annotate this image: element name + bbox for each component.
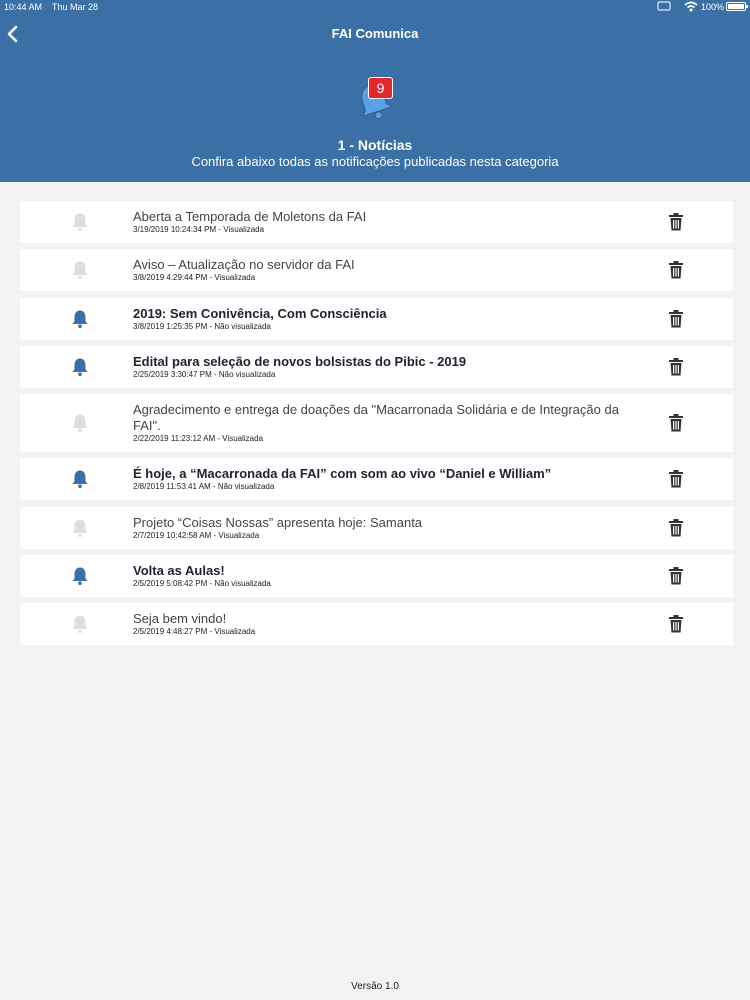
trash-icon[interactable] [668, 213, 684, 231]
bell-icon [72, 615, 88, 633]
nav-title: FAI Comunica [331, 26, 419, 41]
bell-icon [72, 261, 88, 279]
notification-title: Seja bem vindo! [133, 611, 227, 626]
bell-icon [72, 358, 88, 376]
trash-icon[interactable] [668, 414, 684, 432]
trash-icon[interactable] [668, 261, 684, 279]
bell-icon [72, 519, 88, 537]
trash-icon[interactable] [668, 615, 684, 633]
battery-icon [726, 2, 748, 11]
header: 10:44 AM Thu Mar 28 100% FAI Comunica 9 … [0, 0, 750, 182]
notification-item[interactable]: Aberta a Temporada de Moletons da FAI 3/… [20, 201, 733, 243]
notification-title: Projeto “Coisas Nossas” apresenta hoje: … [133, 515, 423, 530]
notification-item[interactable]: Volta as Aulas! 2/5/2019 5:08:42 PM - Nã… [20, 555, 733, 597]
notification-meta: 2/8/2019 11:53:41 AM - Não visualizada [133, 482, 275, 491]
notification-meta: 2/7/2019 10:42:58 AM - Visualizada [133, 531, 260, 540]
notification-item[interactable]: Agradecimento e entrega de doações da "M… [20, 394, 733, 452]
notification-item[interactable]: Aviso – Atualização no servidor da FAI 3… [20, 249, 733, 291]
notification-item[interactable]: Seja bem vindo! 2/5/2019 4:48:27 PM - Vi… [20, 603, 733, 645]
status-bar: 10:44 AM Thu Mar 28 100% [0, 0, 750, 14]
notification-count-badge: 9 [368, 77, 393, 99]
notification-title: Aviso – Atualização no servidor da FAI [133, 257, 355, 272]
notification-title: Aberta a Temporada de Moletons da FAI [133, 209, 367, 224]
status-date: Thu Mar 28 [52, 2, 99, 12]
notification-title: Edital para seleção de novos bolsistas d… [133, 354, 467, 369]
wifi-icon [684, 1, 698, 12]
notification-item[interactable]: É hoje, a “Macarronada da FAI” com som a… [20, 458, 733, 500]
category-subtitle: Confira abaixo todas as notificações pub… [191, 154, 559, 169]
category-title: 1 - Notícias [337, 137, 413, 153]
notification-meta: 2/22/2019 11:23:12 AM - Visualizada [133, 434, 264, 443]
notification-title: É hoje, a “Macarronada da FAI” com som a… [133, 466, 552, 481]
ipad-icon [657, 1, 671, 11]
notification-meta: 2/5/2019 4:48:27 PM - Visualizada [133, 627, 256, 636]
version-label: Versão 1.0 [351, 981, 399, 992]
bell-icon [72, 414, 88, 432]
trash-icon[interactable] [668, 358, 684, 376]
notification-meta: 3/8/2019 4:29:44 PM - Visualizada [133, 273, 256, 282]
bell-icon [72, 567, 88, 585]
notification-item[interactable]: Projeto “Coisas Nossas” apresenta hoje: … [20, 507, 733, 549]
bell-icon [72, 470, 88, 488]
notification-title: 2019: Sem Conivência, Com Consciência [133, 306, 387, 321]
notification-meta: 2/5/2019 5:08:42 PM - Não visualizada [133, 579, 271, 588]
notification-meta: 3/8/2019 1:25:35 PM - Não visualizada [133, 322, 271, 331]
trash-icon[interactable] [668, 470, 684, 488]
bell-icon [72, 213, 88, 231]
notification-meta: 3/19/2019 10:24:34 PM - Visualizada [133, 225, 265, 234]
battery-percent: 100% [701, 2, 725, 12]
notification-item[interactable]: 2019: Sem Conivência, Com Consciência 3/… [20, 298, 733, 340]
notification-title: Agradecimento e entrega de doações da "M… [133, 402, 619, 433]
notification-meta: 2/25/2019 3:30:47 PM - Não visualizada [133, 370, 276, 379]
notification-title: Volta as Aulas! [133, 563, 225, 578]
notification-item[interactable]: Edital para seleção de novos bolsistas d… [20, 346, 733, 388]
trash-icon[interactable] [668, 519, 684, 537]
trash-icon[interactable] [668, 567, 684, 585]
status-time: 10:44 AM [4, 2, 43, 12]
trash-icon[interactable] [668, 310, 684, 328]
bell-icon [72, 310, 88, 328]
